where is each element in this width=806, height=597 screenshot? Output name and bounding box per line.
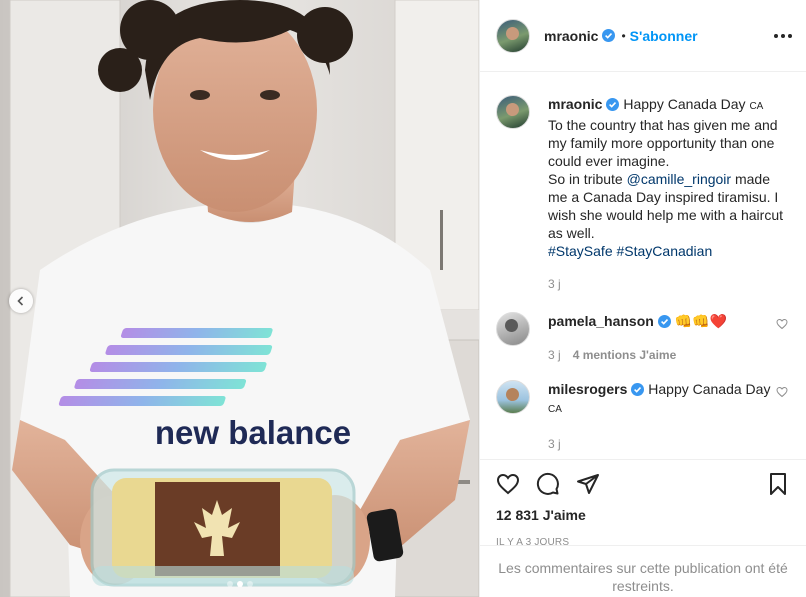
comment-bubble-icon bbox=[536, 472, 559, 495]
post-header: mraonic • S'abonner bbox=[480, 0, 806, 72]
comment-item: milesrogers Happy Canada Day CA 3 j bbox=[480, 380, 806, 453]
header-username[interactable]: mraonic bbox=[544, 28, 598, 44]
ca-flag-text: CA bbox=[749, 101, 764, 112]
mention-link[interactable]: @camille_ringoir bbox=[627, 171, 731, 187]
comment-item: pamela_hanson 👊👊❤️ 3 j 4 mentions J'aime bbox=[480, 312, 806, 364]
comments-restricted-notice: Les commentaires sur cette publication o… bbox=[480, 545, 806, 595]
comments-list[interactable]: mraonic Happy Canada Day CA To the count… bbox=[480, 73, 806, 458]
likes-count[interactable]: 12 831 J'aime bbox=[496, 507, 790, 523]
post-side-panel: mraonic • S'abonner mraonic Happy Canada… bbox=[479, 0, 806, 597]
share-button[interactable] bbox=[576, 472, 600, 496]
shirt-brand-text: new balance bbox=[155, 414, 351, 451]
verified-badge-icon bbox=[602, 29, 616, 42]
comment-like-heart-icon[interactable] bbox=[776, 318, 788, 330]
post-photo[interactable]: new balance bbox=[0, 0, 479, 597]
more-options-icon[interactable] bbox=[774, 33, 792, 38]
hashtag-link[interactable]: #StaySafe bbox=[548, 243, 613, 259]
caption: mraonic Happy Canada Day CA To the count… bbox=[480, 95, 806, 293]
comment-button[interactable] bbox=[536, 472, 560, 496]
caption-text-b-pre: So in tribute bbox=[548, 171, 623, 187]
caption-username[interactable]: mraonic bbox=[548, 96, 602, 112]
comment-like-heart-icon[interactable] bbox=[776, 386, 788, 398]
action-bar: 12 831 J'aime IL Y A 3 JOURS bbox=[480, 459, 806, 548]
like-button[interactable] bbox=[496, 472, 520, 496]
carousel-dots bbox=[0, 581, 479, 587]
carousel-dot bbox=[226, 581, 233, 587]
verified-badge-icon bbox=[657, 315, 671, 328]
chevron-left-icon bbox=[17, 296, 24, 306]
photo-illustration: new balance bbox=[0, 0, 479, 597]
comment-avatar[interactable] bbox=[496, 312, 530, 346]
carousel-prev-button[interactable] bbox=[9, 289, 33, 313]
avatar[interactable] bbox=[496, 18, 530, 53]
hashtag-link[interactable]: #StayCanadian bbox=[617, 243, 713, 259]
caption-age[interactable]: 3 j bbox=[548, 275, 561, 293]
comment-text: Happy Canada Day bbox=[648, 381, 771, 397]
instagram-post: new balance mraonic • S'abonner mraonic … bbox=[0, 0, 806, 597]
comment-age[interactable]: 3 j bbox=[548, 346, 561, 364]
carousel-dot bbox=[246, 581, 253, 587]
caption-avatar[interactable] bbox=[496, 95, 530, 129]
paper-plane-icon bbox=[577, 474, 599, 494]
caption-text-a: To the country that has given me and my … bbox=[548, 117, 778, 169]
comment-avatar[interactable] bbox=[496, 380, 530, 414]
heart-icon bbox=[496, 473, 520, 495]
follow-button[interactable]: S'abonner bbox=[630, 28, 698, 44]
caption-first-line: Happy Canada Day bbox=[623, 96, 746, 112]
save-button[interactable] bbox=[766, 472, 790, 496]
header-bullet: • bbox=[621, 28, 626, 43]
ca-flag-text: CA bbox=[548, 404, 562, 415]
comment-username[interactable]: milesrogers bbox=[548, 381, 627, 397]
comment-username[interactable]: pamela_hanson bbox=[548, 313, 654, 329]
comment-age[interactable]: 3 j bbox=[548, 435, 561, 453]
verified-badge-icon bbox=[631, 383, 645, 396]
comment-likes[interactable]: 4 mentions J'aime bbox=[573, 346, 677, 364]
comment-text: 👊👊❤️ bbox=[674, 313, 728, 329]
verified-badge-icon bbox=[606, 98, 620, 111]
bookmark-icon bbox=[770, 473, 786, 495]
carousel-dot-active bbox=[236, 581, 243, 587]
